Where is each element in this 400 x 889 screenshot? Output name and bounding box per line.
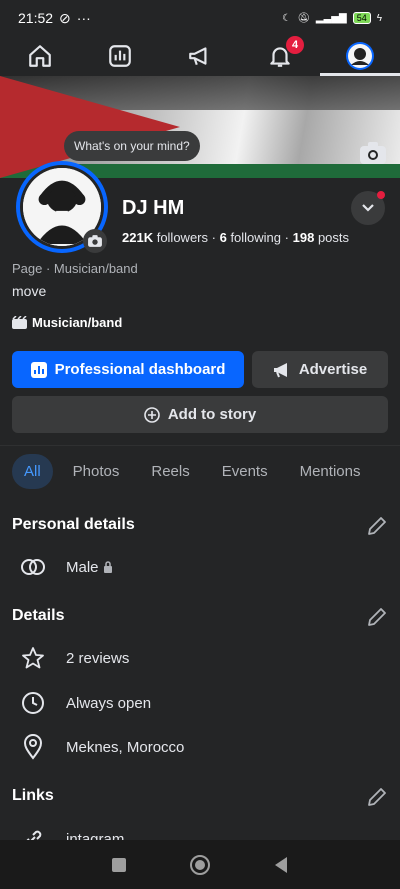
whats-on-your-mind-bubble[interactable]: What's on your mind?	[64, 131, 200, 161]
profile-avatar-icon	[346, 42, 374, 70]
edit-cover-button[interactable]	[358, 140, 388, 166]
add-to-story-label: Add to story	[167, 406, 257, 423]
edit-links-button[interactable]	[366, 786, 388, 808]
megaphone-icon	[189, 47, 207, 66]
chevron-down-icon	[362, 204, 374, 212]
location-pin-icon	[23, 734, 43, 760]
moon-icon: ☾	[282, 12, 292, 24]
star-icon	[22, 647, 44, 669]
filter-all[interactable]: All	[12, 454, 53, 489]
filter-mentions[interactable]: Mentions	[288, 454, 373, 489]
camera-icon	[360, 142, 386, 164]
back-icon[interactable]	[273, 856, 289, 874]
location-value: Meknes, Morocco	[66, 738, 185, 756]
gender-value: Male	[66, 558, 99, 576]
professional-dashboard-button[interactable]: Professional dashboard	[12, 351, 244, 388]
camera-icon	[88, 235, 102, 247]
flag-red-triangle	[0, 76, 180, 178]
status-bar: 21:52 ⊘ ··· ☾ 🔕︎ ▂▃▅▇ 54 ϟ	[0, 0, 400, 36]
tab-home[interactable]	[0, 36, 80, 76]
edit-personal-details-button[interactable]	[366, 515, 388, 537]
pencil-icon	[368, 517, 386, 535]
page-bio: move	[12, 283, 47, 299]
switch-profile-button[interactable]	[351, 191, 385, 225]
section-divider	[0, 445, 400, 446]
location-row[interactable]: Meknes, Morocco	[20, 734, 184, 760]
tab-dashboard[interactable]	[80, 36, 160, 76]
details-heading: Details	[12, 607, 65, 624]
edit-details-button[interactable]	[366, 606, 388, 628]
home-button-icon[interactable]	[189, 854, 211, 876]
top-navigation: 4	[0, 36, 400, 76]
reviews-row[interactable]: 2 reviews	[20, 645, 129, 671]
category-tag[interactable]: Musician/band	[12, 315, 122, 330]
hours-row: Always open	[20, 690, 151, 716]
status-time: 21:52	[18, 10, 54, 26]
advertise-button[interactable]: Advertise	[252, 351, 388, 388]
followers-count[interactable]: 221K	[122, 230, 153, 245]
filter-photos[interactable]: Photos	[61, 454, 132, 489]
page-name: DJ HM	[122, 197, 185, 219]
signal-icon: ▂▃▅▇	[315, 12, 347, 24]
notification-badge: 4	[286, 36, 304, 54]
clock-icon	[22, 692, 44, 714]
profile-stats: 221K followers · 6 following · 198 posts	[122, 230, 350, 245]
clapperboard-icon	[12, 316, 27, 329]
filter-events[interactable]: Events	[210, 454, 280, 489]
mute-bell-icon: 🔕︎	[297, 12, 310, 24]
following-label[interactable]: following	[230, 230, 281, 245]
page-category: Page · Musician/band	[12, 261, 138, 276]
followers-label[interactable]: followers	[157, 230, 208, 245]
filter-reels[interactable]: Reels	[139, 454, 201, 489]
advertise-label: Advertise	[298, 361, 368, 378]
gender-icon	[21, 559, 45, 575]
links-heading: Links	[12, 787, 54, 804]
category-tag-label: Musician/band	[32, 315, 123, 330]
hours-value: Always open	[66, 694, 152, 712]
reviews-value: 2 reviews	[66, 649, 130, 667]
add-to-story-button[interactable]: Add to story	[12, 396, 388, 433]
megaphone-icon	[273, 362, 287, 377]
battery-indicator: 54	[352, 12, 371, 24]
posts-label: posts	[317, 230, 350, 245]
tab-profile[interactable]	[320, 36, 400, 76]
tab-notifications[interactable]: 4	[240, 36, 320, 76]
status-more-icon: ···	[76, 10, 91, 26]
system-navigation-bar	[0, 840, 400, 889]
profile-filter-tabs: All Photos Reels Events Mentions	[12, 454, 372, 489]
lock-icon	[103, 561, 112, 573]
personal-details-heading: Personal details	[12, 516, 135, 533]
tab-ads[interactable]	[160, 36, 240, 76]
status-app-icon: ⊘	[59, 9, 71, 26]
alert-dot	[377, 191, 385, 199]
pencil-icon	[368, 788, 386, 806]
dashboard-icon	[109, 45, 131, 67]
charging-icon: ϟ	[376, 12, 382, 24]
professional-dashboard-label: Professional dashboard	[54, 361, 226, 378]
edit-profile-picture-button[interactable]	[83, 229, 107, 253]
pencil-icon	[368, 608, 386, 626]
following-count[interactable]: 6	[220, 230, 227, 245]
home-icon	[29, 45, 51, 67]
posts-count: 198	[292, 230, 315, 245]
recents-icon[interactable]	[111, 857, 127, 873]
plus-circle-icon	[144, 406, 160, 423]
dashboard-icon	[30, 361, 47, 378]
gender-row: Male	[20, 554, 113, 580]
